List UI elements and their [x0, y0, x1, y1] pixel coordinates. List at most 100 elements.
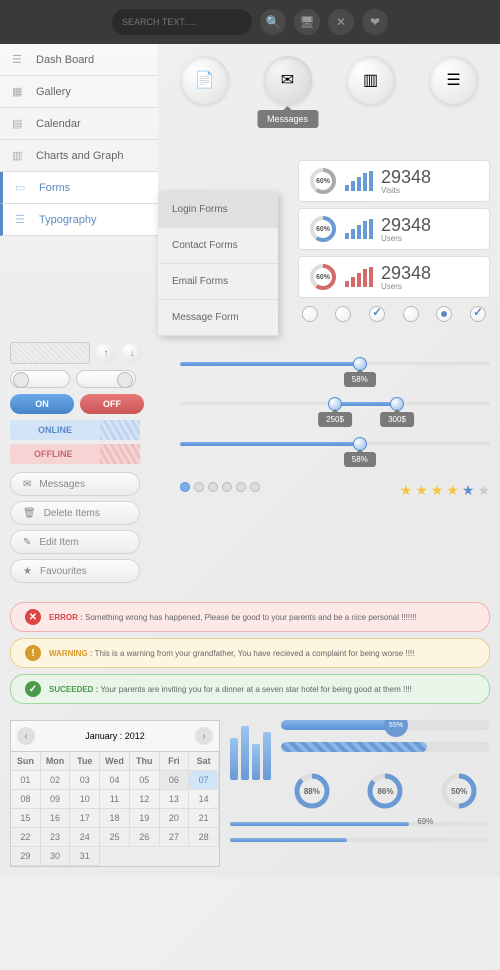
pill-fav[interactable]: ★Favourites [10, 559, 140, 583]
cal-date[interactable]: 05 [130, 771, 160, 790]
search-box[interactable] [112, 9, 252, 35]
forms-submenu: Login Forms Contact Forms Email Forms Me… [158, 192, 278, 336]
cal-date[interactable]: 22 [11, 828, 41, 847]
up-button[interactable]: ↑ [96, 343, 116, 363]
cal-date[interactable]: 16 [41, 809, 71, 828]
tools-icon[interactable]: ✕ [328, 9, 354, 35]
status-offline[interactable]: OFFLINE [10, 444, 140, 464]
progress-thin[interactable]: 69% [230, 822, 490, 826]
down-button[interactable]: ↓ [122, 343, 142, 363]
cal-date[interactable]: 03 [70, 771, 100, 790]
slider-pill[interactable] [76, 370, 136, 388]
slider[interactable]: 58% [180, 362, 490, 366]
cal-date[interactable]: 13 [160, 790, 190, 809]
cal-date[interactable]: 18 [100, 809, 130, 828]
page-dot[interactable] [236, 482, 246, 492]
page-dot[interactable] [194, 482, 204, 492]
cal-date[interactable]: 01 [11, 771, 41, 790]
cal-date[interactable]: 19 [130, 809, 160, 828]
cal-date[interactable]: 04 [100, 771, 130, 790]
pill-edit[interactable]: ✎Edit Item [10, 530, 140, 554]
flame-icon[interactable]: ❤ [362, 9, 388, 35]
nav-typography[interactable]: ☰Typography [0, 204, 158, 236]
cal-date[interactable]: 10 [70, 790, 100, 809]
slider-value: 250$ [318, 412, 352, 427]
doc-button[interactable]: 📄 [181, 56, 229, 104]
progress-thin[interactable] [230, 838, 490, 842]
star-icon[interactable]: ★ [400, 482, 413, 499]
radio-checked[interactable] [369, 306, 385, 322]
cal-date[interactable]: 02 [41, 771, 71, 790]
page-dot[interactable] [208, 482, 218, 492]
star-icon[interactable]: ★ [431, 482, 444, 499]
nav-label: Charts and Graph [36, 150, 123, 162]
range-slider[interactable]: 250$ 300$ [180, 402, 490, 406]
envelope-icon: ✉ [23, 479, 31, 490]
cal-day-head: Tue [70, 752, 100, 771]
slider[interactable]: 58% [180, 442, 490, 446]
cal-date[interactable]: 12 [130, 790, 160, 809]
submenu-contact[interactable]: Contact Forms [158, 228, 278, 264]
cal-date[interactable]: 14 [189, 790, 219, 809]
search-input[interactable] [122, 17, 242, 27]
page-dot[interactable] [180, 482, 190, 492]
cal-date[interactable]: 26 [130, 828, 160, 847]
progress-bar[interactable]: 55% [281, 720, 490, 730]
bars-icon: ☰ [12, 53, 26, 67]
submenu-message[interactable]: Message Form [158, 300, 278, 336]
pill-delete[interactable]: 🗑Delete Items [10, 501, 140, 525]
cal-date[interactable]: 15 [11, 809, 41, 828]
page-dot[interactable] [250, 482, 260, 492]
star-icon[interactable]: ★ [477, 482, 490, 499]
cal-day-head: Sat [189, 752, 219, 771]
radio-selected[interactable] [436, 306, 452, 322]
submenu-email[interactable]: Email Forms [158, 264, 278, 300]
chart-button[interactable]: ▥ [347, 56, 395, 104]
nav-forms[interactable]: ▭Forms [0, 172, 158, 204]
monitor-icon[interactable]: 🖥 [294, 9, 320, 35]
cal-prev[interactable]: ‹ [17, 727, 35, 745]
cal-date[interactable]: 31 [70, 847, 100, 866]
cal-date[interactable]: 24 [70, 828, 100, 847]
star-icon[interactable]: ★ [415, 482, 428, 499]
cal-date[interactable]: 07 [189, 771, 219, 790]
radio[interactable] [403, 306, 419, 322]
star-icon[interactable]: ★ [446, 482, 459, 499]
cal-date[interactable]: 23 [41, 828, 71, 847]
status-online[interactable]: ONLINE [10, 420, 140, 440]
cal-date[interactable]: 29 [11, 847, 41, 866]
cal-date[interactable]: 21 [189, 809, 219, 828]
cal-date[interactable]: 09 [41, 790, 71, 809]
toggle-on[interactable]: ON [10, 394, 74, 414]
nav-dashboard[interactable]: ☰Dash Board [0, 44, 158, 76]
cal-date[interactable]: 20 [160, 809, 190, 828]
cal-date[interactable]: 25 [100, 828, 130, 847]
cal-next[interactable]: › [195, 727, 213, 745]
cal-date[interactable]: 11 [100, 790, 130, 809]
messages-button[interactable]: ✉ Messages [264, 56, 312, 104]
submenu-login[interactable]: Login Forms [158, 192, 278, 228]
trash-icon: 🗑 [23, 508, 36, 519]
checkbox-checked[interactable] [470, 306, 486, 322]
alert-warning: !WARNING : This is a warning from your g… [10, 638, 490, 668]
cal-date[interactable]: 06 [160, 771, 190, 790]
cal-date[interactable]: 08 [11, 790, 41, 809]
nav-gallery[interactable]: ▦Gallery [0, 76, 158, 108]
radio[interactable] [335, 306, 351, 322]
cal-date[interactable]: 28 [189, 828, 219, 847]
toggle-off[interactable]: OFF [80, 394, 144, 414]
slider-pill[interactable] [10, 370, 70, 388]
cal-date[interactable]: 27 [160, 828, 190, 847]
nav-calendar[interactable]: ▤Calendar [0, 108, 158, 140]
radio[interactable] [302, 306, 318, 322]
star-icon[interactable]: ★ [462, 482, 475, 499]
nav-charts[interactable]: ▥Charts and Graph [0, 140, 158, 172]
progress-knob[interactable]: 55% [384, 720, 408, 737]
list-button[interactable]: ☰ [430, 56, 478, 104]
progress-bar-striped[interactable] [281, 742, 490, 752]
cal-date[interactable]: 30 [41, 847, 71, 866]
search-icon[interactable]: 🔍 [260, 9, 286, 35]
cal-date[interactable]: 17 [70, 809, 100, 828]
page-dot[interactable] [222, 482, 232, 492]
pill-messages[interactable]: ✉Messages [10, 472, 140, 496]
